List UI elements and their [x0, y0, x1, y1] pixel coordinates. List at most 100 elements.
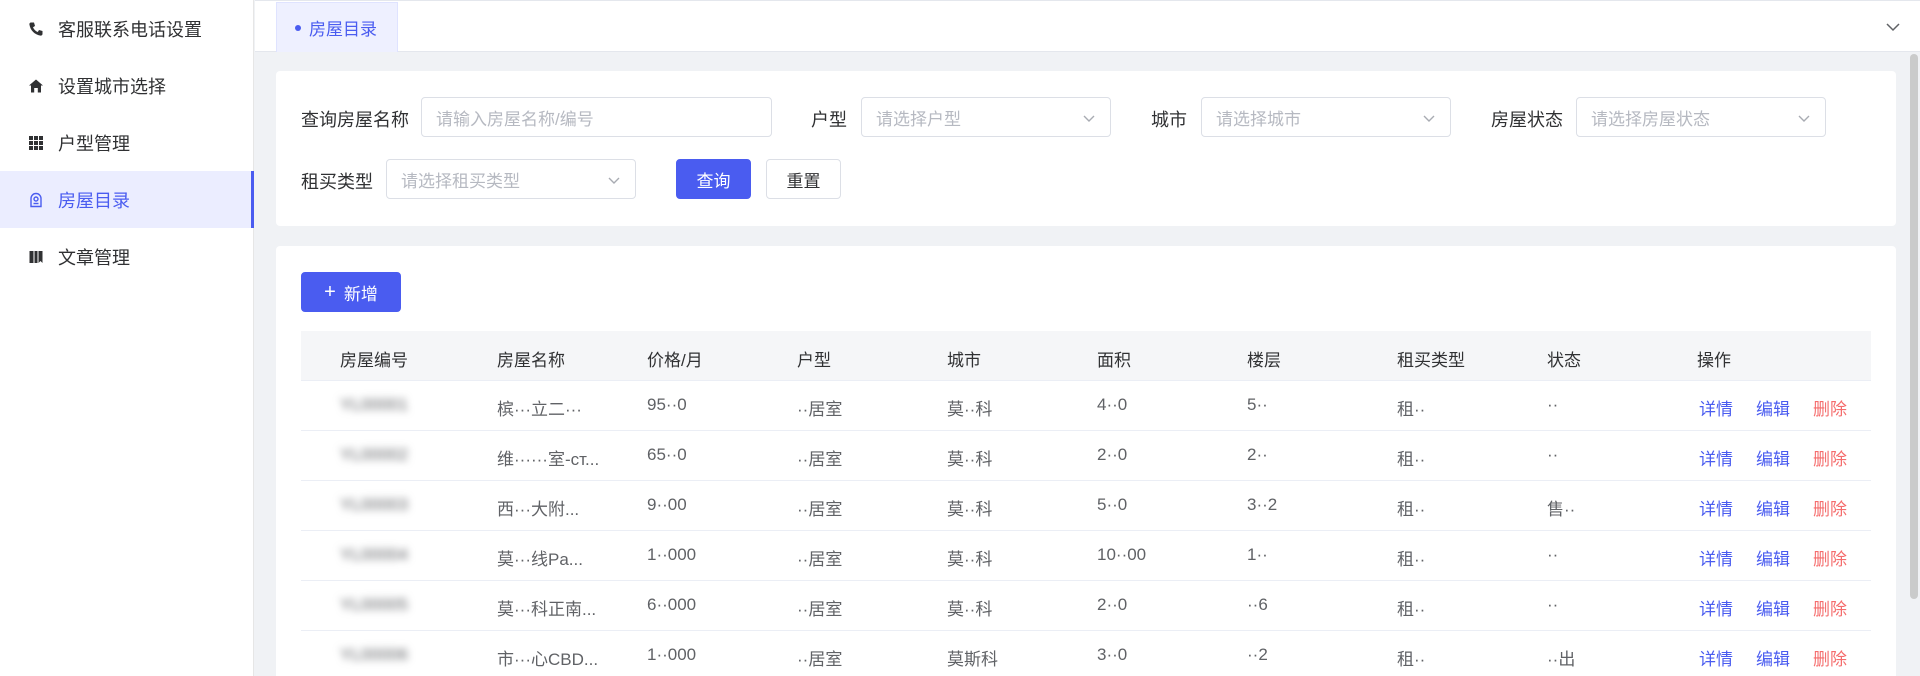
cell-type: ··居室	[797, 500, 843, 519]
sidebar-item-city-select[interactable]: 设置城市选择	[0, 57, 254, 114]
cell-price: 65··0	[647, 445, 687, 464]
city-placeholder: 请选择城市	[1216, 109, 1301, 129]
cell-status: ··出	[1547, 650, 1576, 669]
cell-floor: 3··2	[1247, 495, 1278, 514]
cell-area: 3··0	[1097, 645, 1128, 664]
cell-city: 莫··科	[947, 400, 993, 419]
sidebar-item-label: 设置城市选择	[58, 76, 166, 97]
house-status-select[interactable]: 请选择房屋状态	[1576, 97, 1826, 137]
cell-id: YL00003	[340, 495, 409, 514]
cell-type: ··居室	[797, 450, 843, 469]
col-header-type: 户型	[797, 351, 831, 370]
cell-area: 2··0	[1097, 445, 1128, 464]
sidebar-item-room-type[interactable]: 户型管理	[0, 114, 254, 171]
home-icon	[28, 78, 44, 94]
room-type-label: 户型	[811, 110, 847, 130]
book-icon	[28, 249, 44, 265]
delete-link[interactable]: 删除	[1813, 495, 1847, 520]
cell-rent: 租··	[1397, 500, 1426, 519]
cell-name: 槟···立二···	[497, 400, 582, 419]
col-header-actions: 操作	[1697, 351, 1731, 370]
add-button-label: 新增	[343, 284, 378, 304]
delete-link[interactable]: 删除	[1813, 595, 1847, 620]
detail-link[interactable]: 详情	[1699, 545, 1733, 570]
edit-link[interactable]: 编辑	[1756, 445, 1790, 470]
delete-link[interactable]: 删除	[1813, 445, 1847, 470]
house-tag-icon	[28, 192, 44, 208]
cell-id: YL00002	[340, 445, 409, 464]
detail-link[interactable]: 详情	[1699, 495, 1733, 520]
chevron-down-icon	[1082, 110, 1096, 124]
cell-price: 9··00	[647, 495, 687, 514]
cell-id: YL00001	[340, 395, 409, 414]
table-row: YL00004 莫···线Pa... 1··000 ··居室 莫··科 10··00 1··…	[301, 531, 1871, 581]
cell-id: YL00005	[340, 595, 409, 614]
detail-link[interactable]: 详情	[1699, 645, 1733, 670]
chevron-down-icon	[1422, 110, 1436, 124]
cell-type: ··居室	[797, 600, 843, 619]
cell-floor: 1··	[1247, 545, 1268, 564]
detail-link[interactable]: 详情	[1699, 595, 1733, 620]
query-button[interactable]: 查询	[676, 159, 751, 199]
cell-city: 莫··科	[947, 600, 993, 619]
chevron-down-icon[interactable]	[1884, 18, 1902, 36]
cell-type: ··居室	[797, 400, 843, 419]
col-header-city: 城市	[947, 351, 981, 370]
reset-button[interactable]: 重置	[766, 159, 841, 199]
table-row: YL00005 莫···科正南... 6··000 ··居室 莫··科 2··0 ··6 租·…	[301, 581, 1871, 631]
detail-link[interactable]: 详情	[1699, 445, 1733, 470]
cell-area: 5··0	[1097, 495, 1128, 514]
house-name-input[interactable]: 请输入房屋名称/编号	[421, 97, 772, 137]
cell-id: YL00004	[340, 545, 409, 564]
cell-floor: 2··	[1247, 445, 1268, 464]
col-header-name: 房屋名称	[497, 351, 565, 370]
col-header-id: 房屋编号	[340, 351, 408, 370]
edit-link[interactable]: 编辑	[1756, 495, 1790, 520]
rent-type-label: 租买类型	[301, 172, 373, 192]
detail-link[interactable]: 详情	[1699, 395, 1733, 420]
sidebar-item-customer-phone[interactable]: 客服联系电话设置	[0, 0, 254, 57]
cell-price: 6··000	[647, 595, 697, 614]
plus-icon: +	[324, 281, 336, 303]
cell-type: ··居室	[797, 650, 843, 669]
delete-link[interactable]: 删除	[1813, 545, 1847, 570]
add-button[interactable]: + 新增	[301, 272, 401, 312]
tabs-bar: 房屋目录	[255, 0, 1920, 52]
room-type-select[interactable]: 请选择户型	[861, 97, 1111, 137]
city-select[interactable]: 请选择城市	[1201, 97, 1451, 137]
cell-floor: 5··	[1247, 395, 1268, 414]
col-header-rent: 租买类型	[1397, 351, 1465, 370]
edit-link[interactable]: 编辑	[1756, 595, 1790, 620]
table-header: 房屋编号 房屋名称 价格/月 户型 城市 面积 楼层 租买类型 状态 操作	[301, 331, 1871, 381]
cell-rent: 租··	[1397, 650, 1426, 669]
cell-city: 莫··科	[947, 550, 993, 569]
search-panel: 查询房屋名称 请输入房屋名称/编号 户型 请选择户型 城市 请选择城市 房屋状态…	[276, 71, 1896, 226]
sidebar-item-house-catalog[interactable]: 房屋目录	[0, 171, 254, 228]
col-header-area: 面积	[1097, 351, 1131, 370]
rent-type-select[interactable]: 请选择租买类型	[386, 159, 636, 199]
page-scrollbar[interactable]	[1910, 54, 1918, 599]
edit-link[interactable]: 编辑	[1756, 395, 1790, 420]
delete-link[interactable]: 删除	[1813, 395, 1847, 420]
grid-icon	[28, 135, 44, 151]
edit-link[interactable]: 编辑	[1756, 545, 1790, 570]
sidebar-item-articles[interactable]: 文章管理	[0, 228, 254, 285]
active-dot-icon	[295, 24, 301, 31]
cell-rent: 租··	[1397, 400, 1426, 419]
table-row: YL00003 西···大附... 9··00 ··居室 莫··科 5··0 3··2 租··…	[301, 481, 1871, 531]
delete-link[interactable]: 删除	[1813, 645, 1847, 670]
col-header-floor: 楼层	[1247, 351, 1281, 370]
cell-price: 1··000	[647, 545, 697, 564]
cell-area: 4··0	[1097, 395, 1128, 414]
cell-area: 2··0	[1097, 595, 1128, 614]
tab-house-catalog[interactable]: 房屋目录	[276, 2, 398, 52]
edit-link[interactable]: 编辑	[1756, 645, 1790, 670]
table-row: YL00006 市···心CBD... 1··000 ··居室 莫斯科 3··0 ··2 租·…	[301, 631, 1871, 676]
table-row: YL00001 槟···立二··· 95··0 ··居室 莫··科 4··0 5·· 租·· ·…	[301, 381, 1871, 431]
cell-name: 市···心CBD...	[497, 650, 599, 669]
cell-city: 莫··科	[947, 450, 993, 469]
house-name-label: 查询房屋名称	[301, 110, 409, 130]
cell-id: YL00006	[340, 645, 409, 664]
room-type-placeholder: 请选择户型	[876, 109, 961, 129]
cell-rent: 租··	[1397, 450, 1426, 469]
